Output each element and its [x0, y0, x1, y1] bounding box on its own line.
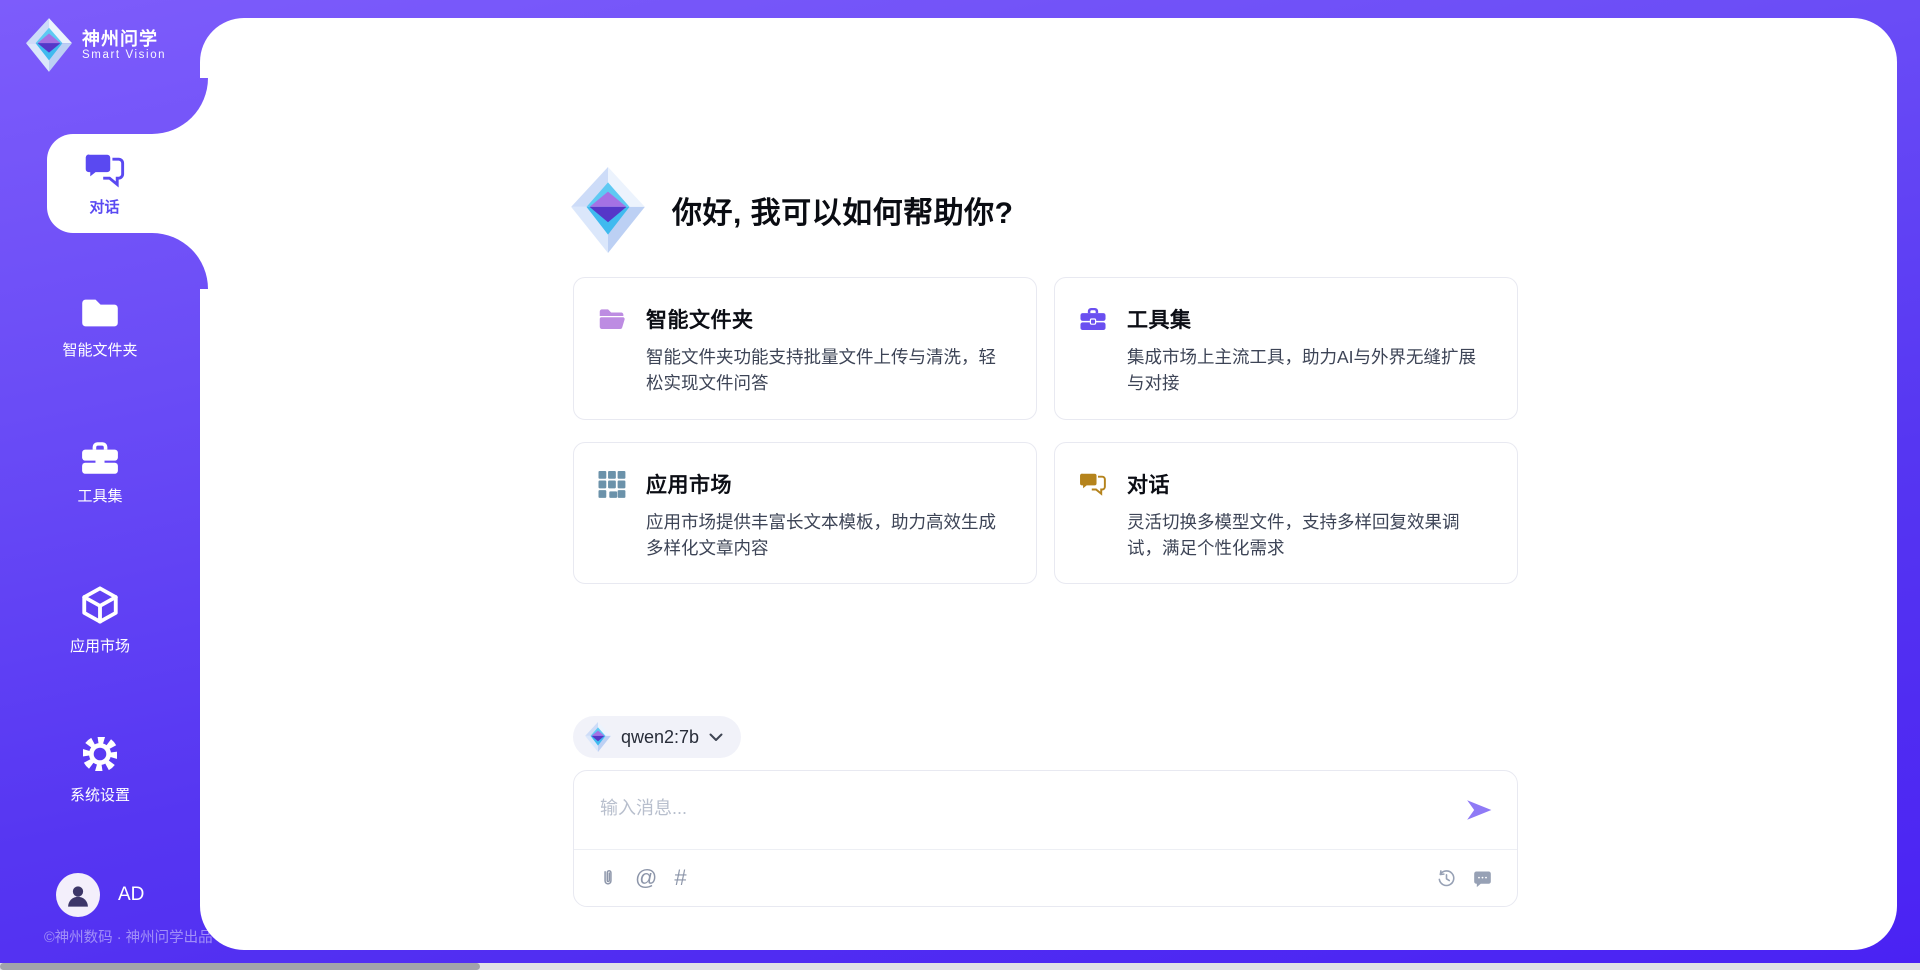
toolbox-icon — [1079, 306, 1107, 332]
model-selector[interactable]: qwen2:7b — [573, 716, 741, 758]
gear-icon — [79, 733, 121, 775]
topic-button[interactable]: # — [674, 867, 686, 889]
at-icon: @ — [635, 867, 657, 889]
grid-icon — [598, 471, 626, 498]
card-description: 灵活切换多模型文件，支持多样回复效果调试，满足个性化需求 — [1127, 509, 1491, 562]
card-app-market[interactable]: 应用市场 应用市场提供丰富长文本模板，助力高效生成多样化文章内容 — [573, 442, 1037, 585]
card-description: 应用市场提供丰富长文本模板，助力高效生成多样化文章内容 — [646, 509, 1010, 562]
paperclip-icon — [598, 867, 618, 889]
card-title: 工具集 — [1127, 304, 1491, 334]
tab-fillet-top — [150, 78, 208, 134]
sidebar-item-app-market[interactable]: 应用市场 — [0, 584, 200, 656]
user-menu[interactable]: AD — [56, 873, 144, 917]
brand-logo-row: 神州问学 Smart Vision — [26, 18, 166, 72]
user-name: AD — [118, 884, 144, 906]
brand-diamond-icon — [26, 18, 72, 72]
scrollbar-thumb[interactable] — [0, 963, 480, 970]
sidebar-item-smart-folder[interactable]: 智能文件夹 — [0, 296, 200, 360]
app-window: 神州问学 Smart Vision 对话 智能文件夹 工具集 应用市场 系统设置 — [0, 0, 1920, 970]
sidebar-item-label: 系统设置 — [70, 784, 130, 805]
send-button[interactable] — [1465, 797, 1493, 825]
chevron-down-icon — [709, 733, 723, 742]
feature-cards: 智能文件夹 智能文件夹功能支持批量文件上传与清洗，轻松实现文件问答 工具集 集成… — [573, 277, 1518, 584]
folder-icon — [80, 296, 120, 330]
chat-bubbles-icon — [84, 151, 126, 189]
speech-bubble-icon — [1472, 868, 1493, 889]
card-title: 应用市场 — [646, 469, 1010, 499]
toolbox-icon — [80, 440, 120, 476]
sidebar-item-settings[interactable]: 系统设置 — [0, 733, 200, 805]
send-plane-icon — [1465, 797, 1493, 823]
history-button[interactable] — [1436, 868, 1457, 889]
card-smart-folder[interactable]: 智能文件夹 智能文件夹功能支持批量文件上传与清洗，轻松实现文件问答 — [573, 277, 1037, 420]
card-description: 集成市场上主流工具，助力AI与外界无缝扩展与对接 — [1127, 344, 1491, 397]
composer-divider — [574, 849, 1517, 850]
attach-button[interactable] — [598, 867, 618, 889]
brand-subtitle: Smart Vision — [82, 49, 166, 61]
card-title: 智能文件夹 — [646, 304, 1010, 334]
mention-button[interactable]: @ — [635, 867, 657, 889]
card-toolset[interactable]: 工具集 集成市场上主流工具，助力AI与外界无缝扩展与对接 — [1054, 277, 1518, 420]
brand-diamond-icon — [570, 167, 646, 253]
message-input[interactable] — [598, 785, 1402, 831]
greeting-text: 你好, 我可以如何帮助你? — [672, 188, 1014, 232]
chat-bubbles-icon — [1079, 471, 1107, 497]
history-icon — [1436, 868, 1457, 889]
sidebar-item-label: 应用市场 — [70, 635, 130, 656]
sidebar-item-chat[interactable]: 对话 — [47, 134, 208, 233]
avatar — [56, 873, 100, 917]
brand-diamond-icon — [585, 722, 611, 752]
copyright-note: ©神州数码 · 神州问学出品 — [44, 926, 213, 947]
tab-fillet-bottom — [150, 233, 208, 289]
person-icon — [64, 881, 92, 909]
open-folder-icon — [598, 306, 626, 332]
sidebar-item-label: 对话 — [89, 196, 119, 217]
card-description: 智能文件夹功能支持批量文件上传与清洗，轻松实现文件问答 — [646, 344, 1010, 397]
sidebar-item-label: 智能文件夹 — [62, 339, 137, 360]
model-name: qwen2:7b — [621, 727, 699, 748]
message-composer: @ # — [573, 770, 1518, 907]
horizontal-scrollbar[interactable] — [0, 963, 1920, 970]
card-chat[interactable]: 对话 灵活切换多模型文件，支持多样回复效果调试，满足个性化需求 — [1054, 442, 1518, 585]
brand-name: 神州问学 — [82, 29, 166, 50]
cube-icon — [79, 584, 121, 626]
greeting-row: 你好, 我可以如何帮助你? — [570, 166, 1014, 254]
card-title: 对话 — [1127, 469, 1491, 499]
sidebar-item-toolset[interactable]: 工具集 — [0, 440, 200, 506]
sidebar-item-label: 工具集 — [77, 485, 122, 506]
hash-icon: # — [674, 867, 686, 889]
chat-bubble-button[interactable] — [1472, 868, 1493, 889]
